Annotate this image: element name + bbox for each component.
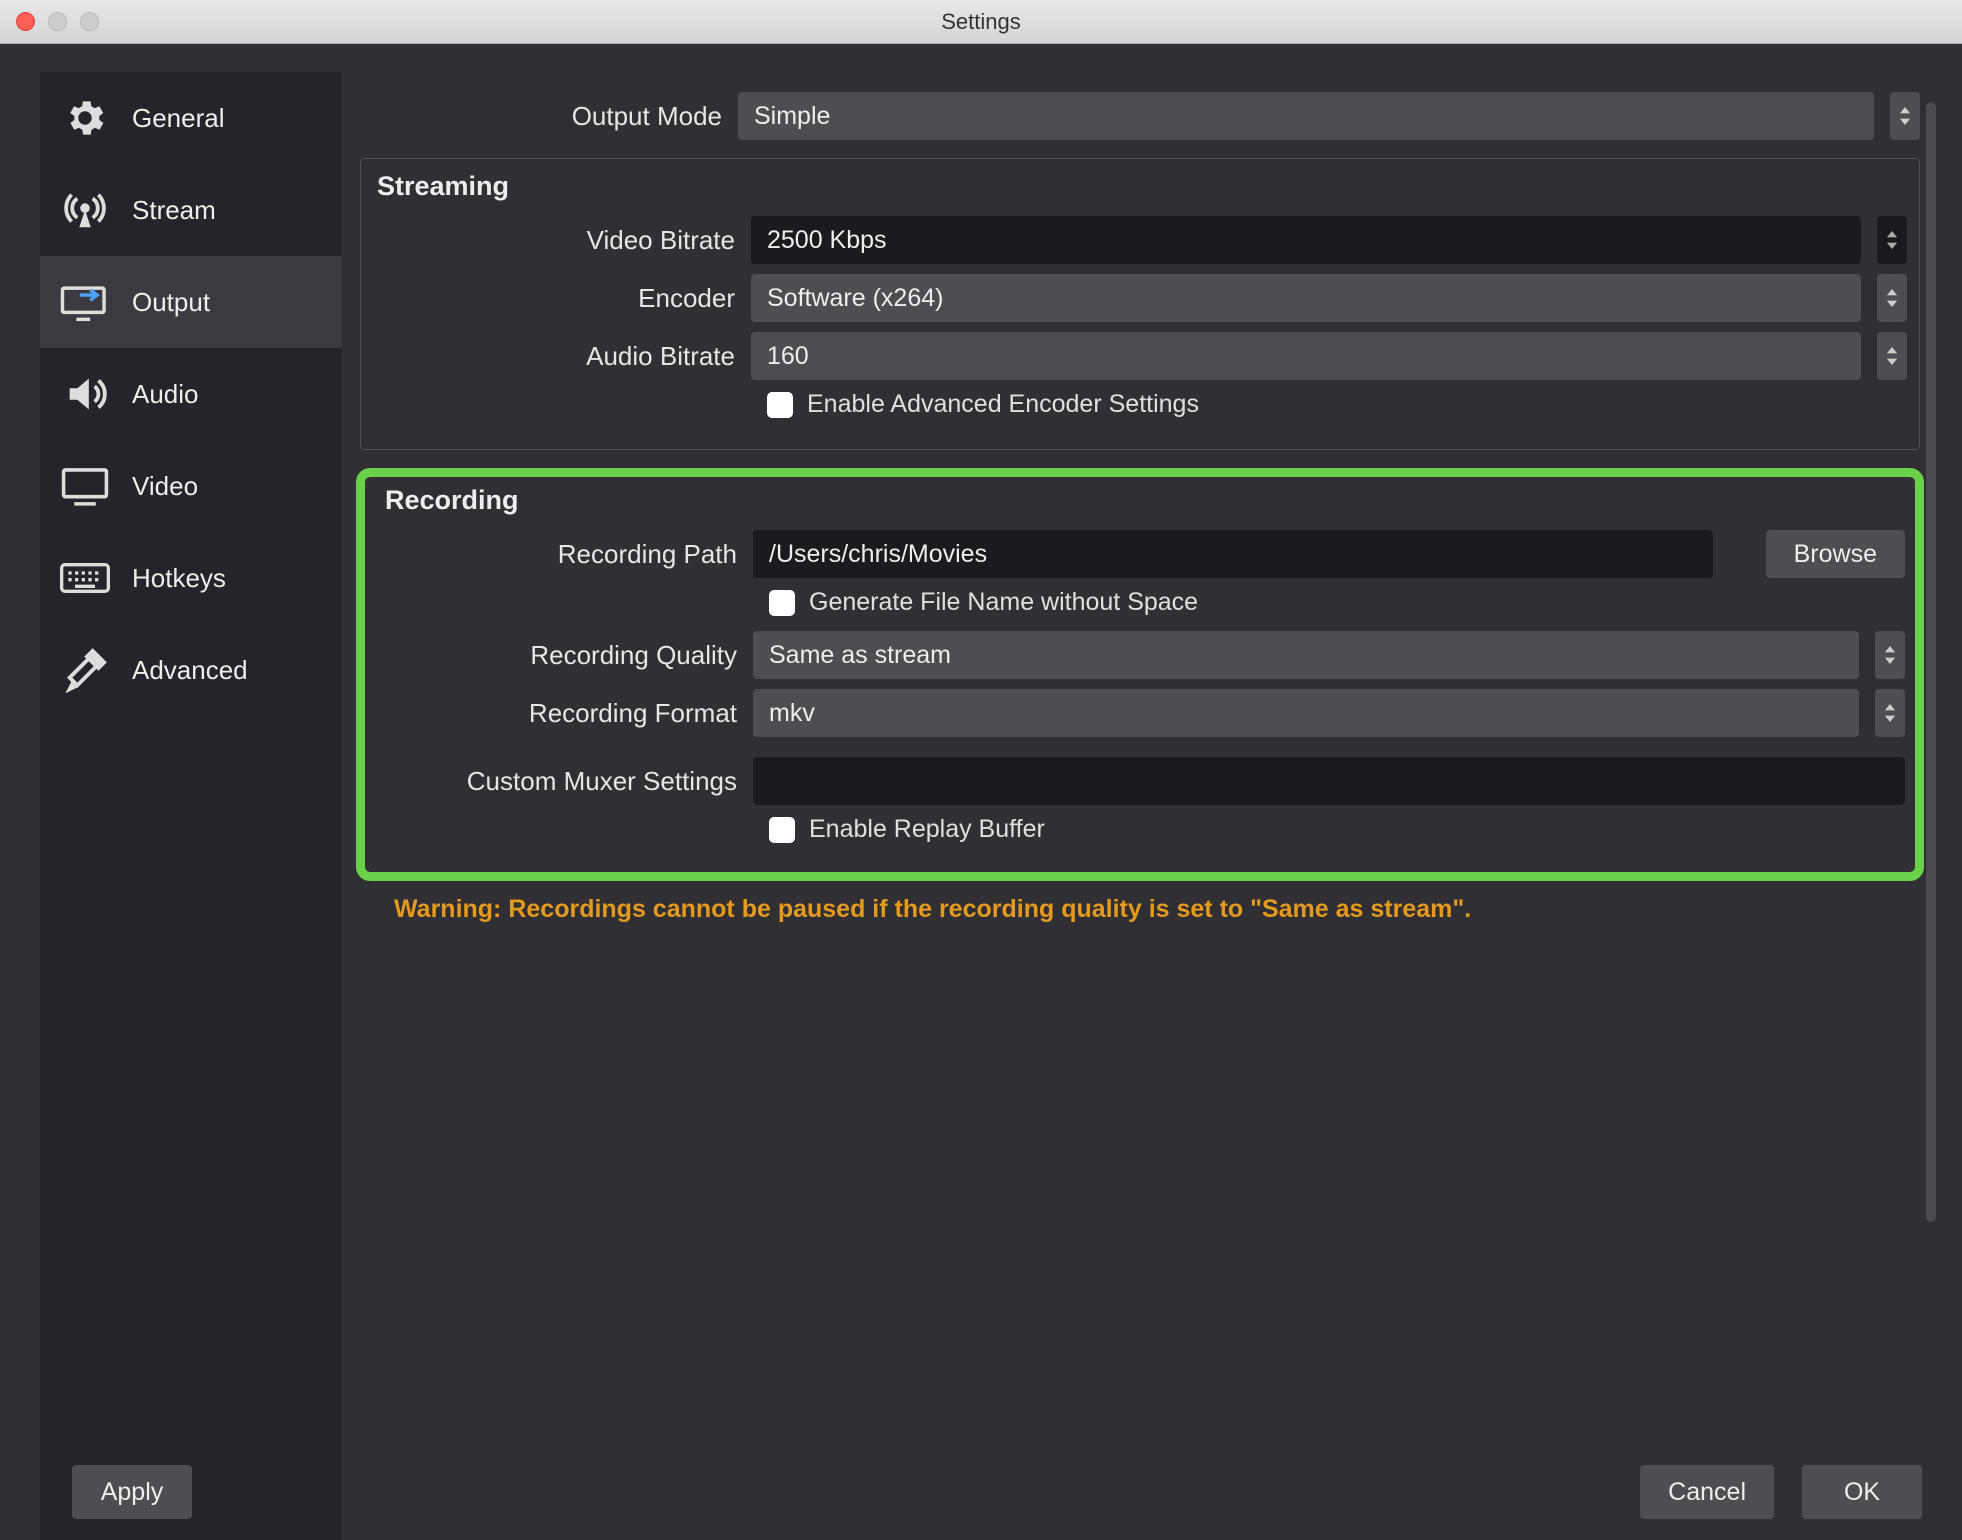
advanced-encoder-checkbox[interactable]: [767, 392, 793, 418]
select-stepper-icon[interactable]: [1890, 92, 1920, 140]
video-bitrate-label: Video Bitrate: [373, 225, 751, 256]
replay-buffer-label: Enable Replay Buffer: [809, 815, 1045, 844]
recording-quality-label: Recording Quality: [375, 640, 753, 671]
warning-text: Warning: Recordings cannot be paused if …: [394, 895, 1926, 924]
sidebar-item-label: Audio: [132, 379, 199, 410]
sidebar-item-output[interactable]: Output: [40, 256, 342, 348]
select-stepper-icon[interactable]: [1875, 631, 1905, 679]
monitor-icon: [56, 462, 114, 510]
output-mode-select[interactable]: Simple: [738, 92, 1874, 140]
sidebar-item-label: Hotkeys: [132, 563, 226, 594]
dialog-footer: Apply Cancel OK: [32, 1444, 1962, 1540]
apply-button[interactable]: Apply: [72, 1465, 192, 1519]
encoder-select[interactable]: Software (x264): [751, 274, 1861, 322]
speaker-icon: [56, 370, 114, 418]
recording-title: Recording: [385, 485, 1905, 516]
replay-buffer-checkbox[interactable]: [769, 817, 795, 843]
output-mode-value: Simple: [754, 102, 830, 131]
audio-bitrate-select[interactable]: 160: [751, 332, 1861, 380]
video-bitrate-input[interactable]: 2500 Kbps: [751, 216, 1861, 264]
select-stepper-icon[interactable]: [1877, 332, 1907, 380]
keyboard-icon: [56, 554, 114, 602]
recording-path-input[interactable]: /Users/chris/Movies: [753, 530, 1713, 578]
recording-format-select[interactable]: mkv: [753, 689, 1859, 737]
recording-group: Recording Recording Path /Users/chris/Mo…: [356, 468, 1924, 881]
settings-content: Output Mode Simple Streaming Video Bitra…: [342, 44, 1962, 1540]
sidebar-item-general[interactable]: General: [40, 72, 342, 164]
sidebar-item-hotkeys[interactable]: Hotkeys: [40, 532, 342, 624]
output-monitor-icon: [56, 278, 114, 326]
output-mode-label: Output Mode: [360, 101, 738, 132]
custom-muxer-input[interactable]: [753, 757, 1905, 805]
streaming-title: Streaming: [377, 171, 1907, 202]
sidebar-item-label: Stream: [132, 195, 216, 226]
sidebar-item-stream[interactable]: Stream: [40, 164, 342, 256]
streaming-group: Streaming Video Bitrate 2500 Kbps: [360, 158, 1920, 450]
audio-bitrate-value: 160: [767, 342, 809, 371]
scrollbar[interactable]: [1926, 102, 1936, 1222]
window-title: Settings: [0, 9, 1962, 35]
encoder-label: Encoder: [373, 283, 751, 314]
titlebar: Settings: [0, 0, 1962, 44]
select-stepper-icon[interactable]: [1875, 689, 1905, 737]
tools-icon: [56, 646, 114, 694]
spinner-stepper-icon[interactable]: [1877, 216, 1907, 264]
antenna-icon: [56, 186, 114, 234]
sidebar-item-label: Video: [132, 471, 198, 502]
encoder-value: Software (x264): [767, 284, 943, 313]
sidebar-item-label: Output: [132, 287, 210, 318]
sidebar-item-label: General: [132, 103, 225, 134]
sidebar-item-advanced[interactable]: Advanced: [40, 624, 342, 716]
custom-muxer-label: Custom Muxer Settings: [375, 766, 753, 797]
recording-format-value: mkv: [769, 699, 815, 728]
recording-quality-value: Same as stream: [769, 641, 951, 670]
advanced-encoder-label: Enable Advanced Encoder Settings: [807, 390, 1199, 419]
video-bitrate-value: 2500 Kbps: [767, 226, 887, 255]
settings-sidebar: General Stream Output Audio: [40, 72, 342, 1540]
recording-quality-select[interactable]: Same as stream: [753, 631, 1859, 679]
ok-button[interactable]: OK: [1802, 1465, 1922, 1519]
recording-path-value: /Users/chris/Movies: [769, 540, 987, 569]
browse-button[interactable]: Browse: [1766, 530, 1905, 578]
gear-icon: [56, 94, 114, 142]
sidebar-item-video[interactable]: Video: [40, 440, 342, 532]
audio-bitrate-label: Audio Bitrate: [373, 341, 751, 372]
sidebar-item-audio[interactable]: Audio: [40, 348, 342, 440]
cancel-button[interactable]: Cancel: [1640, 1465, 1774, 1519]
filename-no-space-label: Generate File Name without Space: [809, 588, 1198, 617]
select-stepper-icon[interactable]: [1877, 274, 1907, 322]
recording-format-label: Recording Format: [375, 698, 753, 729]
filename-no-space-checkbox[interactable]: [769, 590, 795, 616]
sidebar-item-label: Advanced: [132, 655, 248, 686]
recording-path-label: Recording Path: [375, 539, 753, 570]
